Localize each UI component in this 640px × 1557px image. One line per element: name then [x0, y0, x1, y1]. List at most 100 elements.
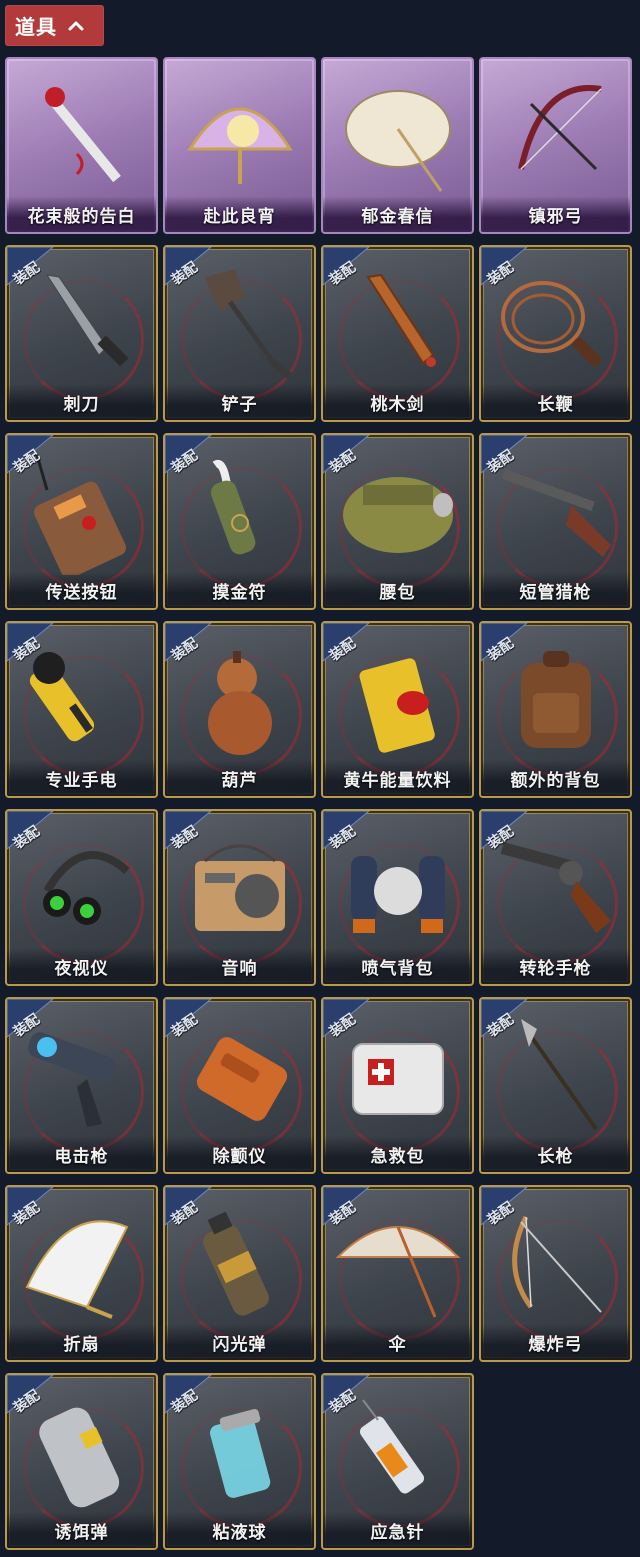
item-name-bar: 夜视仪	[7, 948, 156, 984]
item-name: 花束般的告白	[27, 206, 136, 227]
item-name: 伞	[388, 1334, 407, 1355]
item-card[interactable]: 装配 铲子	[163, 245, 316, 422]
item-name-bar: 电击枪	[7, 1136, 156, 1172]
item-card[interactable]: 镇邪弓	[479, 57, 632, 234]
item-name: 夜视仪	[54, 958, 109, 979]
item-card[interactable]: 装配 闪光弹	[163, 1185, 316, 1362]
item-name-bar: 闪光弹	[165, 1324, 314, 1360]
item-name-bar: 急救包	[323, 1136, 472, 1172]
item-card[interactable]: 装配 夜视仪	[5, 809, 158, 986]
item-name-bar: 铲子	[165, 384, 314, 420]
item-name: 应急针	[370, 1522, 425, 1543]
item-name: 桃木剑	[370, 394, 425, 415]
item-name-bar: 黄牛能量饮料	[323, 760, 472, 796]
item-name-bar: 折扇	[7, 1324, 156, 1360]
item-card[interactable]: 装配 音响	[163, 809, 316, 986]
moon-fan-icon	[187, 107, 293, 184]
item-card[interactable]: 装配 爆炸弓	[479, 1185, 632, 1362]
item-card[interactable]: 装配 电击枪	[5, 997, 158, 1174]
item-card[interactable]: 装配 专业手电	[5, 621, 158, 798]
item-name: 爆炸弓	[528, 1334, 583, 1355]
item-name-bar: 长鞭	[481, 384, 630, 420]
item-name: 急救包	[370, 1146, 425, 1167]
item-name-bar: 赴此良宵	[165, 196, 314, 232]
item-name-bar: 伞	[323, 1324, 472, 1360]
item-name-bar: 传送按钮	[7, 572, 156, 608]
item-name-bar: 腰包	[323, 572, 472, 608]
chevron-up-icon	[68, 21, 84, 30]
item-card[interactable]: 装配 除颤仪	[163, 997, 316, 1174]
item-name-bar: 短管猎枪	[481, 572, 630, 608]
item-card[interactable]: 装配伞	[321, 1185, 474, 1362]
item-name-bar: 应急针	[323, 1512, 472, 1548]
item-name-bar: 桃木剑	[323, 384, 472, 420]
item-name-bar: 郁金春信	[323, 196, 472, 232]
item-name: 摸金符	[212, 582, 267, 603]
item-name: 粘液球	[212, 1522, 267, 1543]
item-card[interactable]: 装配 桃木剑	[321, 245, 474, 422]
item-name-bar: 摸金符	[165, 572, 314, 608]
item-name-bar: 长枪	[481, 1136, 630, 1172]
item-name-bar: 刺刀	[7, 384, 156, 420]
item-card[interactable]: 装配 短管猎枪	[479, 433, 632, 610]
item-name: 诱饵弹	[54, 1522, 109, 1543]
item-name: 传送按钮	[45, 582, 118, 603]
category-title: 道具	[15, 15, 57, 39]
item-card[interactable]: 装配 传送按钮	[5, 433, 158, 610]
rose-bouquet-icon	[45, 87, 121, 183]
item-name: 镇邪弓	[528, 206, 583, 227]
item-card[interactable]: 装配 长枪	[479, 997, 632, 1174]
item-name-bar: 喷气背包	[323, 948, 472, 984]
item-name: 长枪	[537, 1146, 574, 1167]
item-name: 闪光弹	[212, 1334, 267, 1355]
item-name-bar: 葫芦	[165, 760, 314, 796]
item-name: 转轮手枪	[519, 958, 592, 979]
item-name-bar: 爆炸弓	[481, 1324, 630, 1360]
item-card[interactable]: 装配 额外的背包	[479, 621, 632, 798]
item-name: 电击枪	[54, 1146, 109, 1167]
item-name: 喷气背包	[361, 958, 434, 979]
item-name-bar: 镇邪弓	[481, 196, 630, 232]
item-name-bar: 额外的背包	[481, 760, 630, 796]
item-name: 长鞭	[537, 394, 574, 415]
category-toggle-button[interactable]: 道具	[5, 5, 104, 46]
item-name: 短管猎枪	[519, 582, 592, 603]
item-name-bar: 除颤仪	[165, 1136, 314, 1172]
item-card[interactable]: 装配 葫芦	[163, 621, 316, 798]
item-card[interactable]: 装配 腰包	[321, 433, 474, 610]
item-name-bar: 音响	[165, 948, 314, 984]
item-card[interactable]: 装配 摸金符	[163, 433, 316, 610]
item-name: 刺刀	[63, 394, 100, 415]
item-card[interactable]: 赴此良宵	[163, 57, 316, 234]
item-name: 郁金春信	[361, 206, 434, 227]
item-card[interactable]: 装配 折扇	[5, 1185, 158, 1362]
item-name: 音响	[221, 958, 258, 979]
item-name-bar: 诱饵弹	[7, 1512, 156, 1548]
item-card[interactable]: 花束般的告白	[5, 57, 158, 234]
item-name-bar: 花束般的告白	[7, 196, 156, 232]
item-name: 黄牛能量饮料	[343, 770, 452, 791]
item-name-bar: 粘液球	[165, 1512, 314, 1548]
item-name: 专业手电	[45, 770, 118, 791]
item-card[interactable]: 装配 黄牛能量饮料	[321, 621, 474, 798]
item-name: 铲子	[221, 394, 258, 415]
item-card[interactable]: 装配 转轮手枪	[479, 809, 632, 986]
item-card[interactable]: 装配 长鞭	[479, 245, 632, 422]
bow-icon	[518, 85, 602, 171]
item-card[interactable]: 装配 喷气背包	[321, 809, 474, 986]
item-name: 葫芦	[221, 770, 258, 791]
item-name: 折扇	[63, 1334, 100, 1355]
item-card[interactable]: 装配 诱饵弹	[5, 1373, 158, 1550]
item-card[interactable]: 装配 应急针	[321, 1373, 474, 1550]
item-name-bar: 专业手电	[7, 760, 156, 796]
item-card[interactable]: 装配 刺刀	[5, 245, 158, 422]
item-name: 额外的背包	[510, 770, 601, 791]
item-card[interactable]: 装配 急救包	[321, 997, 474, 1174]
item-name-bar: 转轮手枪	[481, 948, 630, 984]
item-card[interactable]: 装配 粘液球	[163, 1373, 316, 1550]
item-name: 腰包	[379, 582, 416, 603]
item-name: 除颤仪	[212, 1146, 267, 1167]
item-name: 赴此良宵	[203, 206, 276, 227]
item-card[interactable]: 郁金春信	[321, 57, 474, 234]
parasol-icon	[345, 90, 451, 192]
